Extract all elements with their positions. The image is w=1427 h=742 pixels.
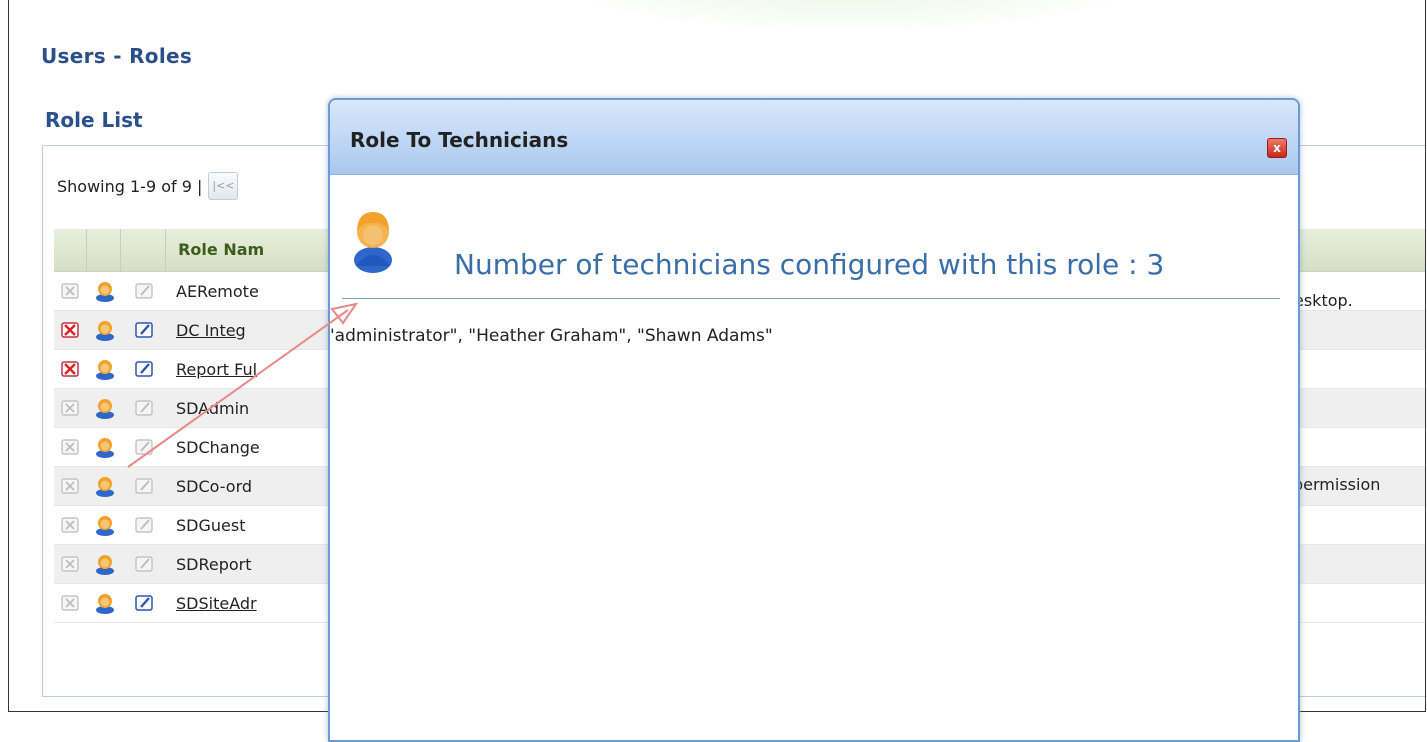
edit-role-icon[interactable]: [122, 584, 168, 622]
close-button[interactable]: x: [1267, 138, 1287, 158]
edit-role-icon: [122, 389, 168, 427]
role-technicians-icon[interactable]: [88, 311, 122, 349]
header-glow: [569, 0, 1129, 30]
delete-role-icon: [54, 467, 88, 505]
technician-count-heading: Number of technicians configured with th…: [454, 248, 1165, 281]
role-technicians-icon[interactable]: [88, 350, 122, 388]
delete-role-icon: [54, 389, 88, 427]
description-cell: esktop.: [1294, 291, 1353, 310]
delete-role-icon: [54, 584, 88, 622]
edit-role-icon: [122, 506, 168, 544]
delete-role-icon[interactable]: [54, 350, 88, 388]
edit-role-icon[interactable]: [122, 311, 168, 349]
section-title: Role List: [45, 108, 143, 132]
header-delete-col: [54, 229, 88, 271]
delete-role-icon: [54, 506, 88, 544]
description-cell: permission: [1293, 475, 1381, 494]
delete-role-icon[interactable]: [54, 311, 88, 349]
edit-role-icon: [122, 428, 168, 466]
delete-role-icon: [54, 545, 88, 583]
first-page-button[interactable]: |<<: [208, 172, 239, 200]
header-edit-col: [120, 229, 167, 271]
edit-role-icon[interactable]: [122, 350, 168, 388]
pagination-bar: Showing 1-9 of 9 | |<<: [57, 172, 239, 200]
role-technicians-icon[interactable]: [88, 545, 122, 583]
dialog-title: Role To Technicians: [350, 128, 569, 152]
edit-role-icon: [122, 545, 168, 583]
role-technicians-icon[interactable]: [88, 428, 122, 466]
edit-role-icon: [122, 272, 168, 310]
role-technicians-icon[interactable]: [88, 506, 122, 544]
role-to-technicians-dialog: Role To Technicians x Number of technici…: [328, 98, 1300, 742]
role-technicians-icon[interactable]: [88, 389, 122, 427]
technician-list: 'administrator", "Heather Graham", "Shaw…: [330, 326, 773, 346]
dialog-header: Role To Technicians x: [330, 100, 1298, 175]
dialog-divider: [342, 298, 1280, 299]
page-title: Users - Roles: [41, 44, 193, 68]
delete-role-icon: [54, 272, 88, 310]
showing-count: Showing 1-9 of 9 |: [57, 176, 203, 196]
edit-role-icon: [122, 467, 168, 505]
role-technicians-icon[interactable]: [88, 467, 122, 505]
role-technicians-icon[interactable]: [88, 584, 122, 622]
header-user-col: [87, 229, 121, 271]
delete-role-icon: [54, 428, 88, 466]
role-technicians-icon[interactable]: [88, 272, 122, 310]
technician-icon: [352, 204, 394, 278]
